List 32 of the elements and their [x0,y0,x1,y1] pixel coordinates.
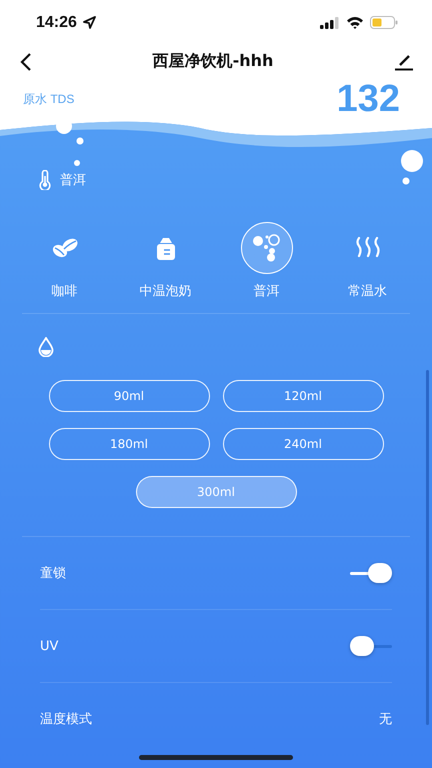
signal-icon [320,16,340,28]
tds-label: 原水 TDS [23,90,74,108]
battery-icon [370,16,398,29]
setting-label: 温度模式 [40,711,92,728]
thermometer-icon [38,170,52,190]
bottle-icon [156,236,176,260]
setting-label: UV [40,638,58,654]
volume-button[interactable]: 90ml [48,380,210,412]
setting-label: 童锁 [40,565,66,582]
bubbles-icon [252,234,282,262]
water-drop-icon [38,337,54,357]
setting-value: 无 [379,711,392,728]
drink-option[interactable]: 咖啡 [20,222,110,300]
location-arrow-icon [82,16,96,29]
toggle-switch[interactable] [350,561,392,585]
volume-button[interactable]: 180ml [48,428,210,460]
back-icon [20,52,32,70]
page-title: 西屋净饮机-hhh [152,51,274,72]
steam-icon [354,236,380,260]
tds-value: 132 [336,80,400,118]
wifi-icon [346,16,364,29]
drink-option[interactable]: 中温泡奶 [120,222,210,300]
volume-button[interactable]: 120ml [222,380,384,412]
volume-button[interactable]: 300ml [136,476,296,508]
status-time: 14:26 [36,14,77,32]
bean-icon [50,236,78,260]
drink-option[interactable]: 常温水 [322,222,412,300]
drink-option[interactable]: 普洱 [222,222,312,300]
volume-button[interactable]: 240ml [222,428,384,460]
pencil-icon [394,52,414,70]
toggle-switch[interactable] [350,634,392,658]
current-drink-label: 普洱 [60,172,86,189]
